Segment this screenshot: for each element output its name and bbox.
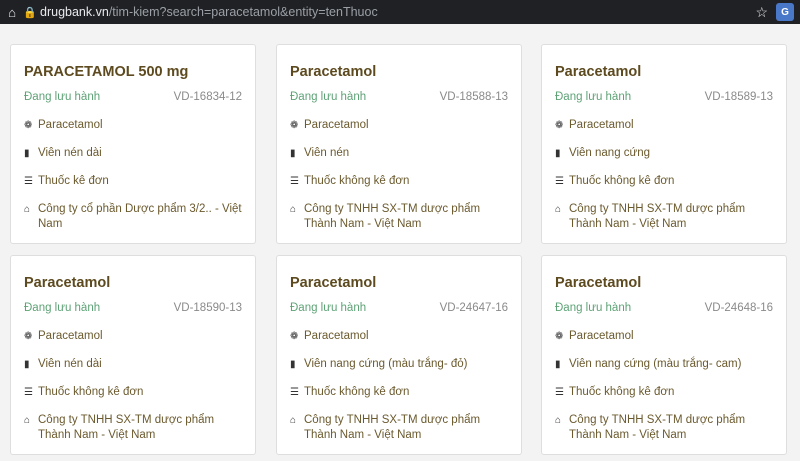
category-list-icon: ☰ — [24, 176, 33, 187]
company: Công ty TNHH SX-TM dược phẩm Thành Nam -… — [304, 203, 481, 230]
dosage-form: Viên nén — [304, 147, 350, 159]
bookmark-star-icon[interactable]: ☆ — [755, 4, 768, 21]
drug-title[interactable]: Paracetamol — [555, 273, 773, 293]
status-label: Đang lưu hành — [24, 302, 101, 314]
drug-category: Thuốc không kê đơn — [569, 386, 675, 398]
drug-title[interactable]: Paracetamol — [24, 273, 242, 293]
dosage-form-icon: ▮ — [24, 359, 30, 370]
lock-icon[interactable]: 🔒 — [22, 6, 38, 19]
company: Công ty TNHH SX-TM dược phẩm Thành Nam -… — [38, 414, 215, 441]
dosage-form: Viên nang cứng (màu trắng- cam) — [569, 358, 742, 370]
registration-code: VD-24648-16 — [704, 302, 773, 314]
company-home-icon: ⌂ — [290, 204, 297, 215]
status-label: Đang lưu hành — [555, 91, 632, 103]
company-home-icon: ⌂ — [290, 415, 297, 426]
dosage-form-icon: ▮ — [555, 148, 561, 159]
company: Công ty cổ phần Dược phẩm 3/2.. - Việt N… — [38, 203, 242, 230]
ingredient-icon: ❁ — [555, 120, 564, 131]
registration-code: VD-18588-13 — [439, 91, 508, 103]
company-home-icon: ⌂ — [24, 415, 31, 426]
dosage-form-icon: ▮ — [555, 359, 561, 370]
registration-code: VD-24647-16 — [439, 302, 508, 314]
dosage-form-icon: ▮ — [290, 148, 296, 159]
translate-extension-icon[interactable]: G — [776, 3, 794, 21]
category-list-icon: ☰ — [555, 176, 564, 187]
dosage-form-icon: ▮ — [290, 359, 296, 370]
status-label: Đang lưu hành — [290, 91, 367, 103]
drug-card[interactable]: PARACETAMOL 500 mg Đang lưu hành VD-16834… — [10, 44, 256, 244]
dosage-form: Viên nén dài — [38, 358, 102, 370]
drug-category: Thuốc không kê đơn — [304, 386, 410, 398]
drug-category: Thuốc không kê đơn — [304, 175, 410, 187]
ingredient: Paracetamol — [38, 119, 103, 131]
ingredient-icon: ❁ — [290, 331, 299, 342]
ingredient: Paracetamol — [569, 119, 634, 131]
drug-category: Thuốc kê đơn — [38, 175, 109, 187]
ingredient: Paracetamol — [304, 119, 369, 131]
drug-card[interactable]: Paracetamol Đang lưu hành VD-18589-13 ❁ Pa… — [541, 44, 787, 244]
drug-category: Thuốc không kê đơn — [569, 175, 675, 187]
dosage-form: Viên nang cứng — [569, 147, 651, 159]
drug-category: Thuốc không kê đơn — [38, 386, 144, 398]
drug-card[interactable]: Paracetamol Đang lưu hành VD-18590-13 ❁ Pa… — [10, 255, 256, 455]
company: Công ty TNHH SX-TM dược phẩm Thành Nam -… — [569, 414, 746, 441]
dosage-form-icon: ▮ — [24, 148, 30, 159]
company-home-icon: ⌂ — [555, 415, 562, 426]
company-home-icon: ⌂ — [24, 204, 31, 215]
drug-title[interactable]: Paracetamol — [555, 62, 773, 82]
ingredient-icon: ❁ — [24, 120, 33, 131]
home-icon[interactable]: ⌂ — [2, 5, 22, 20]
drug-title[interactable]: Paracetamol — [290, 62, 508, 82]
drug-title[interactable]: Paracetamol — [290, 273, 508, 293]
company: Công ty TNHH SX-TM dược phẩm Thành Nam -… — [304, 414, 481, 441]
registration-code: VD-18589-13 — [704, 91, 773, 103]
url-host: drugbank.vn — [40, 5, 109, 19]
drug-card[interactable]: Paracetamol Đang lưu hành VD-18588-13 ❁ Pa… — [276, 44, 522, 244]
drug-title[interactable]: PARACETAMOL 500 mg — [24, 62, 242, 82]
status-label: Đang lưu hành — [290, 302, 367, 314]
category-list-icon: ☰ — [290, 176, 299, 187]
ingredient: Paracetamol — [38, 330, 103, 342]
category-list-icon: ☰ — [24, 387, 33, 398]
browser-toolbar: ⌂ 🔒 drugbank.vn/tim-kiem?search=paraceta… — [0, 0, 800, 24]
dosage-form: Viên nén dài — [38, 147, 102, 159]
ingredient: Paracetamol — [569, 330, 634, 342]
company: Công ty TNHH SX-TM dược phẩm Thành Nam -… — [569, 203, 746, 230]
address-bar[interactable]: drugbank.vn/tim-kiem?search=paracetamol&… — [40, 5, 378, 19]
ingredient-icon: ❁ — [24, 331, 33, 342]
ingredient: Paracetamol — [304, 330, 369, 342]
dosage-form: Viên nang cứng (màu trắng- đỏ) — [304, 358, 468, 370]
registration-code: VD-18590-13 — [173, 302, 242, 314]
url-path: /tim-kiem?search=paracetamol&entity=tenT… — [108, 5, 378, 19]
category-list-icon: ☰ — [555, 387, 564, 398]
ingredient-icon: ❁ — [555, 331, 564, 342]
ingredient-icon: ❁ — [290, 120, 299, 131]
status-label: Đang lưu hành — [24, 91, 101, 103]
registration-code: VD-16834-12 — [173, 91, 242, 103]
drug-card[interactable]: Paracetamol Đang lưu hành VD-24648-16 ❁ Pa… — [541, 255, 787, 455]
status-label: Đang lưu hành — [555, 302, 632, 314]
drug-card[interactable]: Paracetamol Đang lưu hành VD-24647-16 ❁ Pa… — [276, 255, 522, 455]
category-list-icon: ☰ — [290, 387, 299, 398]
company-home-icon: ⌂ — [555, 204, 562, 215]
